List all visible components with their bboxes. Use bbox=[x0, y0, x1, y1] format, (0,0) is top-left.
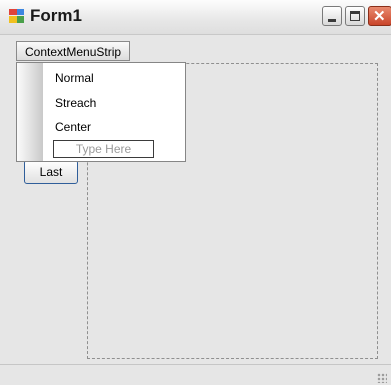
context-menu-dropdown: Normal Streach Center Type Here bbox=[16, 62, 186, 162]
status-bar bbox=[0, 364, 391, 385]
window-title: Form1 bbox=[30, 6, 82, 25]
menu-strip: ContextMenuStrip bbox=[0, 35, 391, 62]
app-icon bbox=[9, 9, 24, 23]
resize-grip-icon[interactable] bbox=[377, 373, 387, 383]
maximize-icon bbox=[350, 11, 360, 21]
close-button[interactable]: ✕ bbox=[368, 6, 391, 26]
maximize-button[interactable] bbox=[345, 6, 365, 26]
minimize-button[interactable] bbox=[322, 6, 342, 26]
menu-item-contextmenustrip[interactable]: ContextMenuStrip bbox=[16, 41, 131, 61]
minimize-icon bbox=[328, 19, 336, 22]
form1-window: Form1 ✕ ContextMenuStrip Last Normal Str… bbox=[0, 0, 391, 385]
title-bar[interactable]: Form1 ✕ bbox=[0, 0, 391, 35]
close-icon: ✕ bbox=[373, 8, 386, 25]
last-button[interactable]: Last bbox=[24, 160, 78, 184]
menu-item-normal[interactable]: Normal bbox=[55, 71, 94, 85]
menu-item-streach[interactable]: Streach bbox=[55, 96, 96, 110]
image-margin bbox=[17, 63, 43, 161]
type-here-input[interactable]: Type Here bbox=[53, 140, 154, 158]
menu-item-center[interactable]: Center bbox=[55, 120, 91, 134]
